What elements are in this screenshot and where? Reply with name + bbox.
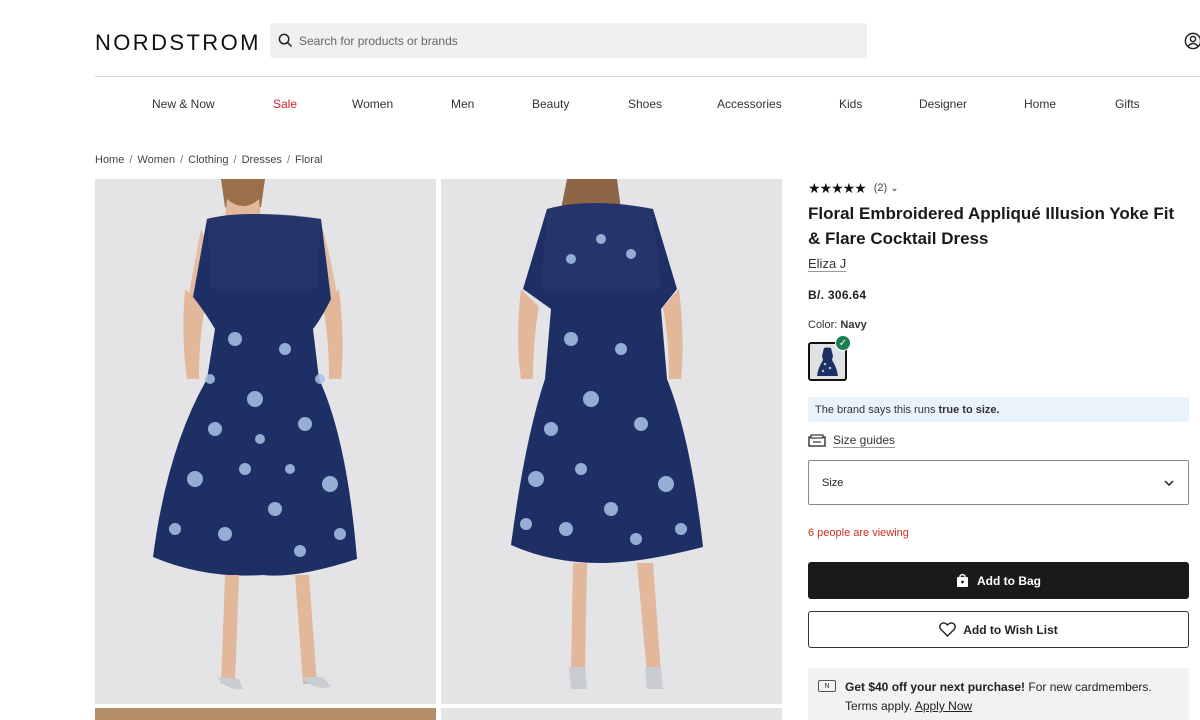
breadcrumb-dresses[interactable]: Dresses [242, 154, 282, 166]
promo-terms: Terms apply. [845, 699, 913, 713]
nav-beauty[interactable]: Beauty [532, 97, 569, 111]
header-divider [95, 76, 1200, 77]
star-rating-icon: ★★★★★ [808, 179, 867, 196]
product-info: ★★★★★ (2) ⌄ Floral Embroidered Appliqué … [808, 180, 1192, 381]
search-bar[interactable] [270, 23, 867, 58]
color-value: Navy [840, 319, 867, 331]
promo-bold: Get $40 off your next purchase! [845, 680, 1026, 694]
breadcrumb-floral[interactable]: Floral [295, 154, 323, 166]
color-label-text: Color: [808, 319, 838, 331]
breadcrumb: Home / Women / Clothing / Dresses / Floral [95, 154, 323, 166]
selected-check-icon: ✓ [835, 335, 851, 351]
size-guides-link[interactable]: Size guides [808, 433, 895, 447]
chevron-down-icon [1164, 479, 1174, 486]
size-select-label: Size [822, 476, 844, 489]
account-icon[interactable] [1184, 32, 1200, 50]
brand-link[interactable]: Eliza J [808, 256, 846, 271]
product-price: B/. 306.64 [808, 288, 867, 302]
product-image-back[interactable] [441, 179, 782, 704]
heart-icon [939, 622, 957, 637]
nordstrom-logo[interactable]: NORDSTROM [95, 30, 261, 56]
review-count: (2) [873, 182, 888, 194]
breadcrumb-separator: / [286, 154, 290, 166]
nav-shoes[interactable]: Shoes [628, 97, 662, 111]
nav-kids[interactable]: Kids [839, 97, 862, 111]
apply-now-link[interactable]: Apply Now [915, 699, 972, 713]
ruler-icon [808, 433, 826, 447]
nav-sale[interactable]: Sale [273, 97, 297, 111]
nav-designer[interactable]: Designer [919, 97, 967, 111]
breadcrumb-separator: / [233, 154, 237, 166]
promo-sub: For new cardmembers. [1028, 680, 1152, 694]
category-nav: New & Now Sale Women Men Beauty Shoes Ac… [0, 97, 1200, 113]
breadcrumb-women[interactable]: Women [137, 154, 175, 166]
dress-back-illustration [441, 179, 782, 704]
nav-women[interactable]: Women [352, 97, 393, 111]
fit-text: The brand says this runs [815, 403, 936, 416]
product-title: Floral Embroidered Appliqué Illusion Yok… [808, 204, 1175, 248]
add-to-wishlist-button[interactable]: Add to Wish List [808, 611, 1189, 648]
promo-text: Get $40 off your next purchase! For new … [845, 678, 1179, 716]
product-image-thumb-3[interactable] [95, 708, 436, 720]
nav-new-now[interactable]: New & Now [152, 97, 215, 111]
fit-banner: The brand says this runs true to size. [808, 397, 1189, 422]
credit-card-icon: N [818, 680, 836, 692]
color-label: Color: Navy [808, 319, 1192, 331]
nav-accessories[interactable]: Accessories [717, 97, 782, 111]
chevron-down-icon: ⌄ [890, 182, 899, 194]
viewing-count: 6 people are viewing [808, 527, 909, 539]
breadcrumb-home[interactable]: Home [95, 154, 124, 166]
search-input[interactable] [299, 33, 839, 48]
dress-front-illustration [95, 179, 436, 704]
breadcrumb-separator: / [180, 154, 184, 166]
breadcrumb-clothing[interactable]: Clothing [188, 154, 228, 166]
add-to-bag-button[interactable]: Add to Bag [808, 562, 1189, 599]
card-promo-banner: N Get $40 off your next purchase! For ne… [808, 668, 1189, 720]
product-image-front[interactable] [95, 179, 436, 704]
product-image-thumb-4[interactable] [441, 708, 782, 720]
add-to-bag-label: Add to Bag [977, 573, 1041, 588]
shopping-bag-icon [957, 573, 968, 587]
nav-home[interactable]: Home [1024, 97, 1056, 111]
size-guides-label[interactable]: Size guides [833, 433, 895, 447]
rating-row[interactable]: ★★★★★ (2) ⌄ [808, 180, 1192, 196]
fit-bold: true to size. [938, 403, 1000, 416]
size-select[interactable]: Size [808, 460, 1189, 505]
search-icon [278, 33, 293, 48]
nav-men[interactable]: Men [451, 97, 474, 111]
add-to-wishlist-label: Add to Wish List [963, 622, 1058, 637]
breadcrumb-separator: / [129, 154, 133, 166]
nav-gifts[interactable]: Gifts [1115, 97, 1140, 111]
